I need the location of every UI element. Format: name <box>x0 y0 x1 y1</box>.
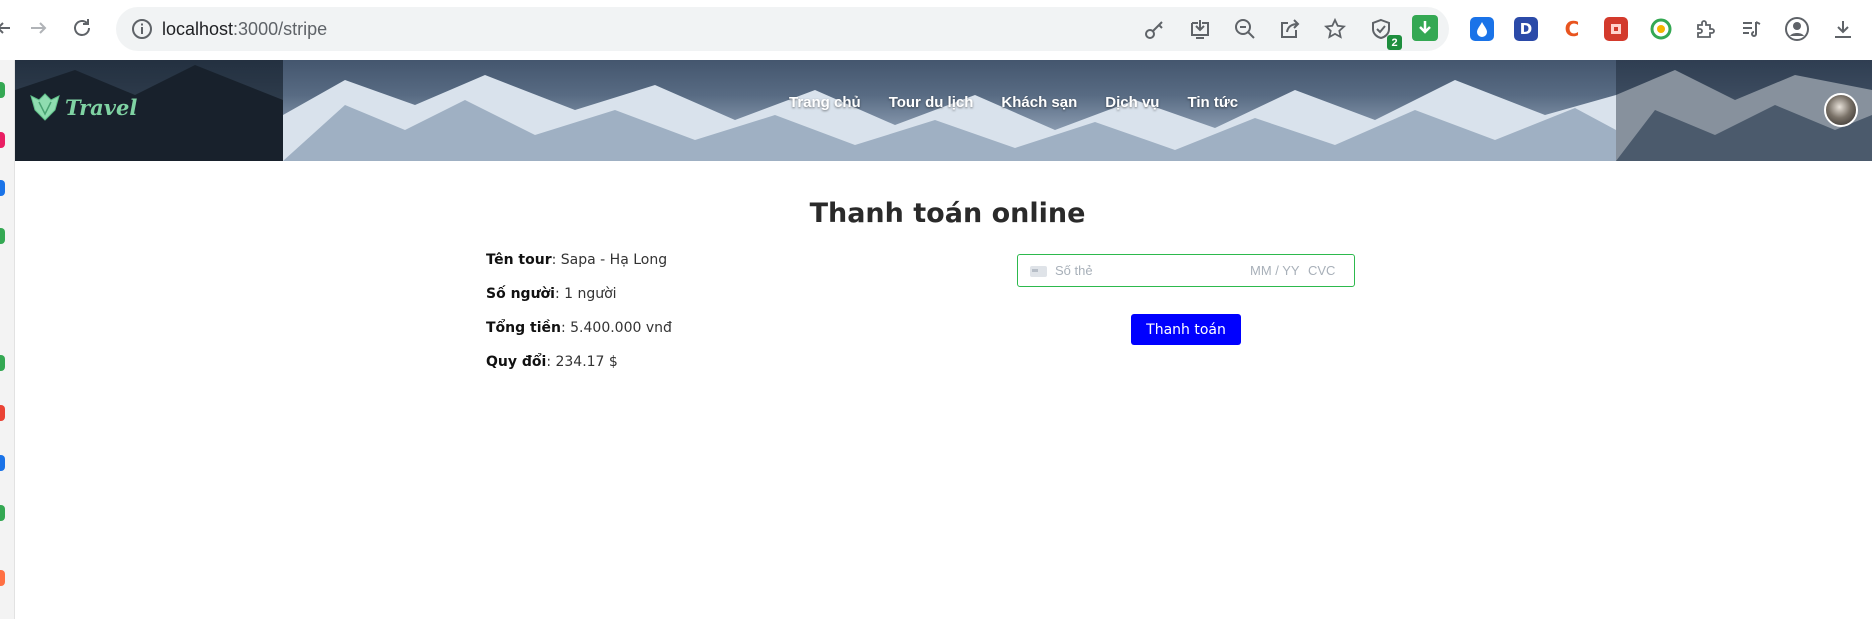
url-text[interactable]: localhost:3000/stripe <box>162 7 327 51</box>
address-bar[interactable]: localhost:3000/stripe 2 <box>116 7 1449 51</box>
extensions-puzzle-icon[interactable] <box>1690 14 1720 44</box>
browser-toolbar: localhost:3000/stripe 2 D C <box>0 0 1872 60</box>
reading-list-icon[interactable] <box>1736 14 1766 44</box>
shield-extension-icon[interactable]: 2 <box>1366 14 1402 50</box>
red-extension-icon[interactable] <box>1604 17 1628 41</box>
key-icon[interactable] <box>1140 14 1170 44</box>
info-row-tour-name: Tên tour: Sapa - Hạ Long <box>486 252 672 286</box>
profile-icon[interactable] <box>1782 14 1812 44</box>
info-value: : 5.400.000 vnđ <box>560 320 672 336</box>
side-panel-strip <box>0 60 15 619</box>
info-value: : Sapa - Hạ Long <box>551 252 668 268</box>
bookmark-star-icon[interactable] <box>1320 14 1350 44</box>
logo-text: Travel <box>65 94 138 120</box>
url-path: :3000/stripe <box>233 19 328 39</box>
forward-button[interactable] <box>24 14 52 42</box>
site-header-banner: Travel Trang chủ Tour du lịch Khách sạn … <box>15 60 1872 161</box>
menu-item-hotels[interactable]: Khách sạn <box>1001 94 1077 111</box>
shield-badge: 2 <box>1387 35 1402 50</box>
info-label: Quy đổi <box>486 354 547 370</box>
card-input[interactable]: Số thẻ MM / YY CVC <box>1017 254 1355 287</box>
arrow-left-icon <box>0 22 10 34</box>
info-value: : 1 người <box>554 286 617 302</box>
info-label: Tổng tiền <box>486 320 561 336</box>
avatar[interactable] <box>1824 93 1858 127</box>
info-label: Số người <box>486 286 555 302</box>
info-row-total: Tổng tiền: 5.400.000 vnđ <box>486 320 672 354</box>
back-button[interactable] <box>0 14 18 42</box>
pay-button[interactable]: Thanh toán <box>1131 314 1241 345</box>
tour-info: Tên tour: Sapa - Hạ Long Số người: 1 ngư… <box>486 252 672 388</box>
url-host: localhost <box>162 19 234 39</box>
d-extension-icon[interactable]: D <box>1514 17 1538 41</box>
leaf-logo-icon <box>30 93 60 121</box>
zoom-out-icon[interactable] <box>1230 14 1260 44</box>
credit-card-icon <box>1030 266 1047 277</box>
card-cvc-field[interactable]: CVC <box>1308 255 1335 286</box>
menu-item-news[interactable]: Tin tức <box>1187 94 1238 111</box>
arrow-right-icon <box>31 22 47 34</box>
drop-extension-icon[interactable] <box>1470 17 1494 41</box>
menu-item-services[interactable]: Dịch vụ <box>1105 94 1159 111</box>
downloads-icon[interactable] <box>1828 14 1858 44</box>
info-row-converted: Quy đổi: 234.17 $ <box>486 354 672 388</box>
download-extension-icon[interactable] <box>1412 15 1438 41</box>
circle-extension-icon[interactable] <box>1649 17 1673 41</box>
menu-item-home[interactable]: Trang chủ <box>789 94 861 111</box>
page-title: Thanh toán online <box>809 198 1086 229</box>
install-app-icon[interactable] <box>1185 14 1215 44</box>
card-expiry-field[interactable]: MM / YY <box>1250 255 1300 286</box>
c-extension-icon[interactable]: C <box>1560 17 1584 41</box>
info-value: : 234.17 $ <box>546 354 618 370</box>
info-row-people: Số người: 1 người <box>486 286 672 320</box>
card-number-field[interactable]: Số thẻ <box>1055 255 1093 286</box>
site-logo[interactable]: Travel <box>29 92 137 122</box>
reload-button[interactable] <box>68 14 96 42</box>
menu-item-tours[interactable]: Tour du lịch <box>889 94 974 111</box>
main-menu: Trang chủ Tour du lịch Khách sạn Dịch vụ… <box>789 60 1238 145</box>
reload-icon <box>74 19 90 36</box>
site-info-icon[interactable] <box>130 17 154 41</box>
info-label: Tên tour <box>486 252 552 268</box>
share-icon[interactable] <box>1275 14 1305 44</box>
